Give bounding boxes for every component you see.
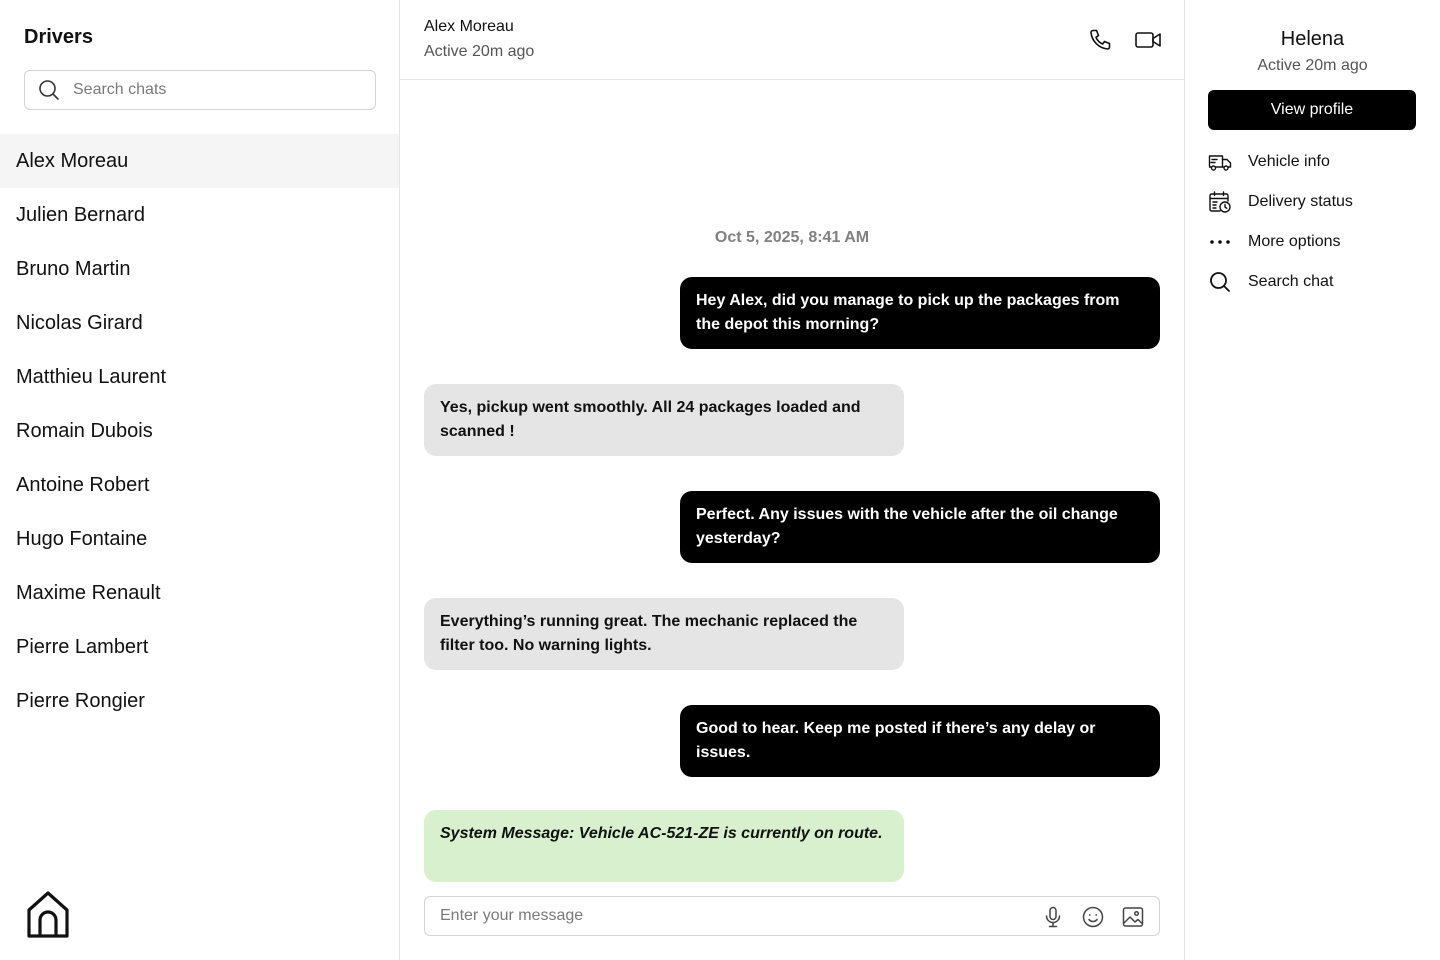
voice-call-button[interactable] xyxy=(1088,28,1112,52)
system-message: System Message: Vehicle AC-521-ZE is cur… xyxy=(424,810,904,882)
panel-contact-name: Helena xyxy=(1280,28,1345,50)
sidebar-title: Drivers xyxy=(24,26,93,48)
contact-status: Active 20m ago xyxy=(424,43,535,60)
date-separator: Oct 5, 2025, 8:41 AM xyxy=(714,229,870,246)
home-button[interactable] xyxy=(26,890,70,938)
drivers-sidebar: Drivers Alex Moreau Julien Bernard Bruno… xyxy=(0,0,400,960)
search-chat-item[interactable]: Search chat xyxy=(1208,262,1418,302)
view-profile-button[interactable]: View profile xyxy=(1208,90,1416,130)
driver-item[interactable]: Antoine Robert xyxy=(0,458,399,512)
more-options-item[interactable]: More options xyxy=(1208,222,1418,262)
message-input[interactable] xyxy=(440,907,1020,925)
search-chat-label: Search chat xyxy=(1248,273,1334,290)
search-chats-input[interactable] xyxy=(73,81,353,99)
outgoing-message: Hey Alex, did you manage to pick up the … xyxy=(680,277,1160,349)
vehicle-info-item[interactable]: Vehicle info xyxy=(1208,142,1418,182)
chat-header: Alex Moreau Active 20m ago xyxy=(400,0,1184,80)
incoming-message: Yes, pickup went smoothly. All 24 packag… xyxy=(424,384,904,456)
search-chats-box[interactable] xyxy=(24,70,376,110)
search-icon xyxy=(39,80,59,100)
search-icon xyxy=(1210,272,1230,292)
outgoing-message: Perfect. Any issues with the vehicle aft… xyxy=(680,491,1160,563)
incoming-message: Everything’s running great. The mechanic… xyxy=(424,598,904,670)
driver-list: Alex Moreau Julien Bernard Bruno Martin … xyxy=(0,134,399,728)
driver-item[interactable]: Hugo Fontaine xyxy=(0,512,399,566)
vehicle-info-label: Vehicle info xyxy=(1248,153,1330,170)
driver-item[interactable]: Pierre Rongier xyxy=(0,674,399,728)
driver-item[interactable]: Maxime Renault xyxy=(0,566,399,620)
contact-panel: Helena Active 20m ago View profile Vehic… xyxy=(1185,0,1440,960)
delivery-status-label: Delivery status xyxy=(1248,193,1353,210)
home-icon xyxy=(27,891,69,938)
more-options-label: More options xyxy=(1248,233,1341,250)
more-dots-icon xyxy=(1210,240,1230,244)
contact-name: Alex Moreau xyxy=(424,18,514,35)
outgoing-message: Good to hear. Keep me posted if there’s … xyxy=(680,705,1160,777)
message-composer[interactable] xyxy=(424,896,1160,936)
driver-item[interactable]: Matthieu Laurent xyxy=(0,350,399,404)
panel-menu: Vehicle info Delivery status More option… xyxy=(1208,142,1418,302)
driver-item[interactable]: Pierre Lambert xyxy=(0,620,399,674)
image-icon[interactable] xyxy=(1121,905,1145,929)
emoji-icon[interactable] xyxy=(1081,905,1105,929)
microphone-icon[interactable] xyxy=(1041,905,1065,929)
driver-item[interactable]: Julien Bernard xyxy=(0,188,399,242)
video-call-button[interactable] xyxy=(1134,28,1162,52)
video-camera-icon xyxy=(1135,32,1161,48)
delivery-truck-icon xyxy=(1208,155,1232,171)
driver-item[interactable]: Romain Dubois xyxy=(0,404,399,458)
driver-item[interactable]: Bruno Martin xyxy=(0,242,399,296)
calendar-clock-icon xyxy=(1209,191,1231,213)
phone-icon xyxy=(1090,29,1111,50)
delivery-status-item[interactable]: Delivery status xyxy=(1208,182,1418,222)
driver-item[interactable]: Nicolas Girard xyxy=(0,296,399,350)
panel-contact-status: Active 20m ago xyxy=(1257,57,1368,74)
driver-item[interactable]: Alex Moreau xyxy=(0,134,399,188)
chat-pane: Alex Moreau Active 20m ago Oct 5, 2025, … xyxy=(400,0,1185,960)
